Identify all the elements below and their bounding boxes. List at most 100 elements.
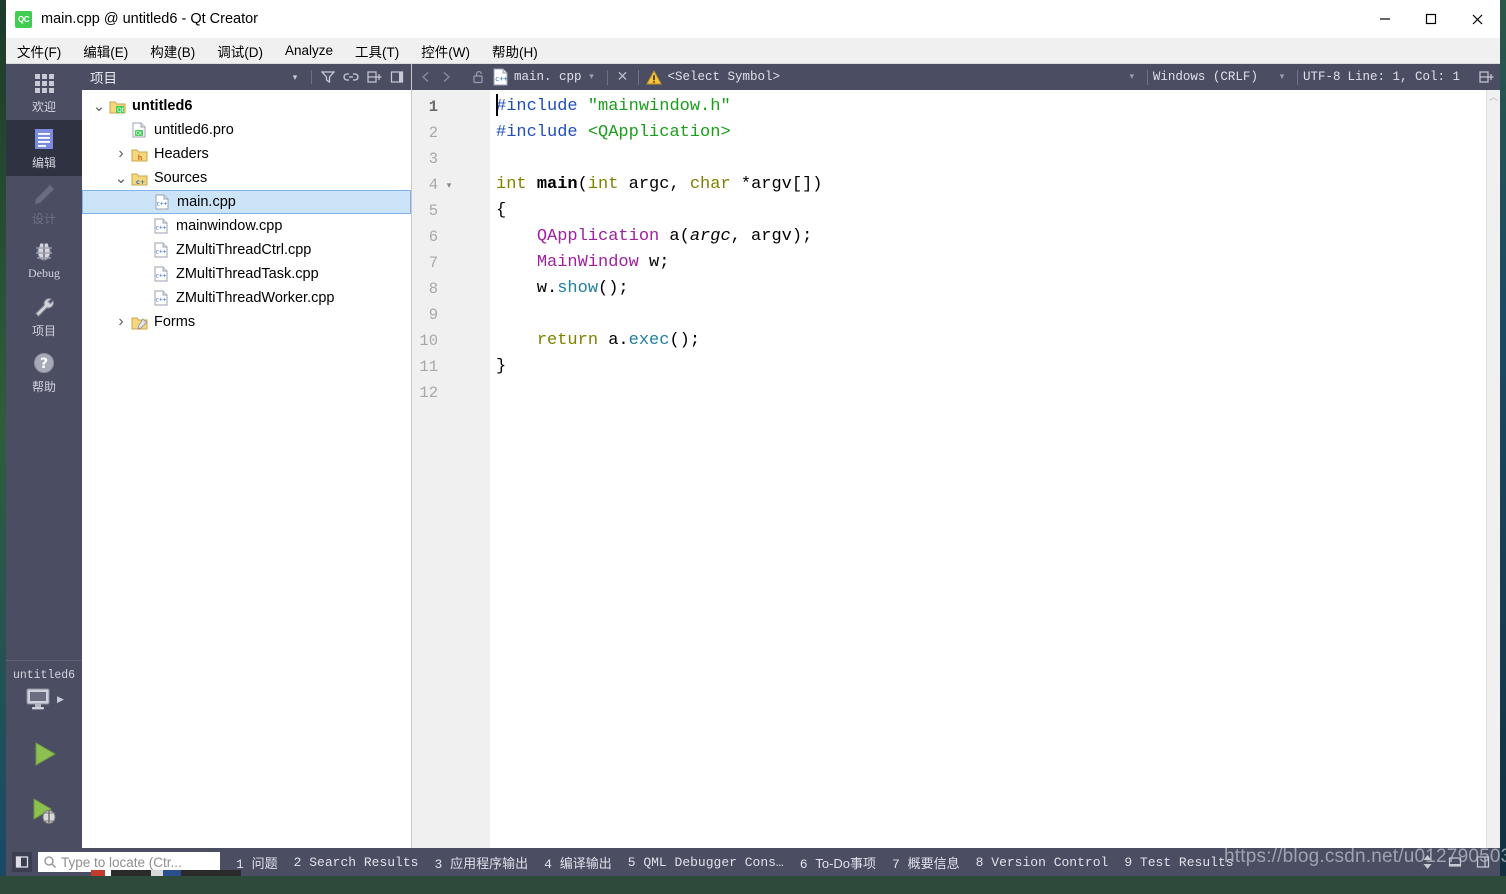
output-pane-5[interactable]: 5 QML Debugger Cons… — [628, 855, 784, 870]
taskbar-sliver — [91, 870, 241, 876]
tree-item-zmultithreadtask-cpp[interactable]: c++ZMultiThreadTask.cpp — [82, 262, 411, 286]
encoding-label[interactable]: UTF-8 — [1303, 70, 1341, 84]
forward-arrow-icon[interactable] — [436, 67, 456, 87]
split-editor-icon[interactable] — [1476, 67, 1496, 87]
output-pane-6[interactable]: 6 To-Do事项 — [800, 853, 876, 872]
dropdown-arrow-icon[interactable]: ▾ — [285, 67, 305, 87]
output-pane-7[interactable]: 7 概要信息 — [892, 853, 960, 872]
tree-item-zmultithreadctrl-cpp[interactable]: c++ZMultiThreadCtrl.cpp — [82, 238, 411, 262]
tree-item-label: Headers — [154, 146, 209, 162]
mode-编辑-1[interactable]: 编辑 — [6, 120, 82, 176]
output-pane-9[interactable]: 9 Test Results — [1124, 855, 1233, 870]
mode-设计-2[interactable]: 设计 — [6, 176, 82, 232]
menu-debug[interactable]: 调试(D) — [206, 38, 274, 64]
mode-帮助-5[interactable]: ?帮助 — [6, 344, 82, 400]
tree-item-sources[interactable]: ⌄c+Sources — [82, 166, 411, 190]
run-button[interactable] — [6, 726, 82, 782]
code-token: main — [537, 175, 578, 194]
tree-item-headers[interactable]: ›hHeaders — [82, 142, 411, 166]
output-pane-2[interactable]: 2 Search Results — [294, 855, 419, 870]
mode-label: 编辑 — [32, 154, 56, 171]
code-token: *argv[]) — [731, 175, 823, 194]
project-file-tree[interactable]: ⌄Qtuntitled6Qtuntitled6.pro›hHeaders⌄c+S… — [82, 90, 411, 334]
code-token: w; — [639, 253, 670, 272]
editor-file-selector[interactable]: c++ main. cpp — [492, 68, 582, 86]
line-ending-label[interactable]: Windows (CRLF) — [1153, 70, 1258, 84]
line-number-gutter[interactable]: 1234▾56789101112 — [412, 90, 490, 848]
maximize-pane-icon[interactable] — [1472, 852, 1494, 872]
code-token: argc — [690, 227, 731, 246]
chevron-down-icon[interactable]: ⌄ — [90, 97, 108, 115]
kit-expand-arrow-icon[interactable]: ▶ — [57, 694, 64, 705]
line-number: 4 — [412, 172, 438, 198]
tree-item-forms[interactable]: ›Forms — [82, 310, 411, 334]
chevron-right-icon[interactable]: › — [112, 313, 130, 331]
output-pane-3[interactable]: 3 应用程序输出 — [434, 853, 528, 872]
unlocked-padlock-icon[interactable] — [468, 67, 488, 87]
line-number: 12 — [412, 380, 438, 406]
split-add-icon[interactable] — [364, 67, 384, 87]
scroll-up-arrow-icon[interactable]: ︿ — [1487, 90, 1500, 104]
code-token: w. — [496, 279, 557, 298]
close-sidebar-icon[interactable] — [387, 67, 407, 87]
line-number: 6 — [412, 224, 438, 250]
menu-edit[interactable]: 编辑(E) — [72, 38, 139, 64]
code-token: ( — [578, 175, 588, 194]
file-dropdown-arrow-icon[interactable]: ▾ — [582, 67, 602, 87]
pane-number: 2 — [294, 855, 310, 870]
code-line: #include "mainwindow.h" — [496, 94, 1486, 120]
mode-项目-4[interactable]: 项目 — [6, 288, 82, 344]
code-token: MainWindow — [537, 253, 639, 272]
close-button[interactable] — [1454, 0, 1500, 38]
tree-item-untitled6-pro[interactable]: Qtuntitled6.pro — [82, 118, 411, 142]
link-sync-icon[interactable] — [341, 67, 361, 87]
svg-text:c++: c++ — [155, 273, 166, 280]
tree-item-main-cpp[interactable]: c++main.cpp — [82, 190, 411, 214]
pane-label: 问题 — [252, 856, 278, 871]
tree-item-untitled6[interactable]: ⌄Qtuntitled6 — [82, 94, 411, 118]
chevron-down-icon[interactable]: ⌄ — [112, 169, 130, 187]
code-text-area[interactable]: #include "mainwindow.h"#include <QApplic… — [496, 90, 1486, 848]
code-line — [496, 380, 1486, 406]
updown-arrows-icon[interactable] — [1416, 852, 1438, 872]
pane-number: 9 — [1124, 855, 1140, 870]
back-arrow-icon[interactable] — [416, 67, 436, 87]
code-editor[interactable]: 1234▾56789101112 #include "mainwindow.h"… — [412, 90, 1486, 848]
output-pane-4[interactable]: 4 编译输出 — [544, 853, 612, 872]
minimize-button[interactable] — [1362, 0, 1408, 38]
menu-tools[interactable]: 工具(T) — [344, 38, 410, 64]
menu-build[interactable]: 构建(B) — [139, 38, 206, 64]
warning-triangle-icon[interactable] — [644, 67, 664, 87]
symbol-dropdown-arrow-icon[interactable]: ▾ — [1122, 67, 1142, 87]
code-token: argc, — [618, 175, 689, 194]
chevron-right-icon[interactable]: › — [112, 145, 130, 163]
toolbar-divider — [638, 70, 639, 85]
output-pane-8[interactable]: 8 Version Control — [976, 855, 1109, 870]
menu-help[interactable]: 帮助(H) — [481, 38, 549, 64]
mode-Debug-3[interactable]: Debug — [6, 232, 82, 288]
symbol-selector-label[interactable]: <Select Symbol> — [668, 70, 781, 84]
output-pane-1[interactable]: 1 问题 — [236, 853, 278, 872]
toggle-output-pane-icon[interactable] — [12, 852, 32, 872]
menu-analyze[interactable]: Analyze — [274, 40, 344, 61]
pane-number: 7 — [892, 857, 908, 872]
menu-file[interactable]: 文件(F) — [6, 38, 72, 64]
fold-marker-icon[interactable]: ▾ — [442, 172, 456, 198]
minimize-pane-icon[interactable] — [1444, 852, 1466, 872]
maximize-button[interactable] — [1408, 0, 1454, 38]
menu-window[interactable]: 控件(W) — [410, 38, 481, 64]
locator-search-box[interactable]: Type to locate (Ctr... — [38, 852, 220, 872]
tree-item-mainwindow-cpp[interactable]: c++mainwindow.cpp — [82, 214, 411, 238]
pane-label: 概要信息 — [908, 856, 960, 871]
svg-text:c+: c+ — [136, 178, 145, 186]
project-panel-toolbar: ▾ — [285, 67, 407, 87]
editor-vertical-scrollbar[interactable]: ︿ — [1486, 90, 1500, 848]
line-ending-dropdown-arrow-icon[interactable]: ▾ — [1272, 67, 1292, 87]
tree-item-zmultithreadworker-cpp[interactable]: c++ZMultiThreadWorker.cpp — [82, 286, 411, 310]
kit-target-row[interactable]: ▶ — [6, 686, 82, 712]
mode-label: 帮助 — [32, 378, 56, 395]
debug-button[interactable] — [6, 782, 82, 838]
mode-欢迎-0[interactable]: 欢迎 — [6, 64, 82, 120]
close-editor-icon[interactable]: ✕ — [613, 67, 633, 87]
filter-icon[interactable] — [318, 67, 338, 87]
